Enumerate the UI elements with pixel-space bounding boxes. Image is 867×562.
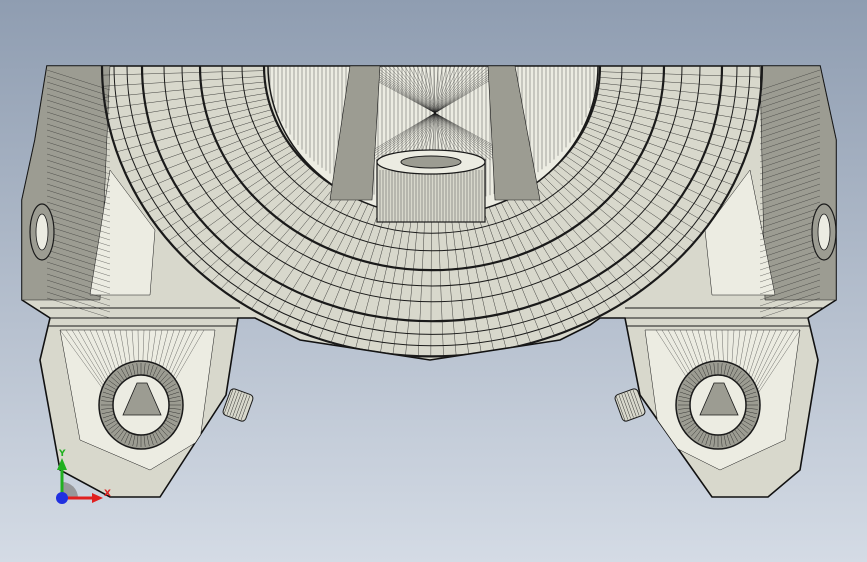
- right-mount-hole[interactable]: [675, 360, 761, 450]
- side-hole-inner: [817, 213, 831, 251]
- z-axis-dot: [56, 492, 68, 504]
- cad-scene[interactable]: Y X: [0, 0, 867, 562]
- x-axis-label: X: [104, 489, 111, 499]
- left-mount-hole[interactable]: [98, 360, 184, 450]
- boss-bore: [400, 155, 462, 169]
- graphics-viewport[interactable]: Y X: [0, 0, 867, 562]
- side-hole-inner: [35, 213, 49, 251]
- center-boss[interactable]: [376, 149, 486, 223]
- y-axis-label: Y: [58, 449, 66, 459]
- right-side-panel: [759, 66, 836, 301]
